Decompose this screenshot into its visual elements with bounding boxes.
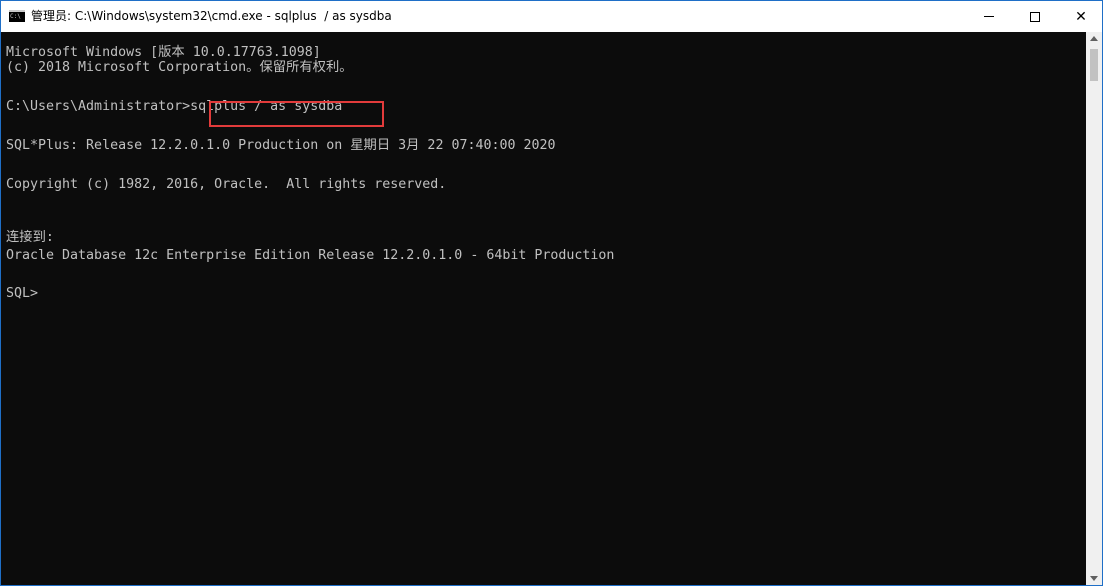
command-highlight-box (209, 101, 384, 127)
console-line-copyright-microsoft: (c) 2018 Microsoft Corporation。保留所有权利。 (6, 60, 353, 75)
console-line-windows-version: Microsoft Windows [版本 10.0.17763.1098] (6, 45, 321, 60)
close-button[interactable]: ✕ (1058, 1, 1102, 32)
console-output[interactable]: Microsoft Windows [版本 10.0.17763.1098] (… (1, 32, 1086, 585)
scroll-up-arrow-icon[interactable] (1090, 36, 1098, 41)
cmd-icon-glyph: C:\ (10, 13, 21, 20)
minimize-button[interactable] (966, 1, 1012, 32)
title-bar[interactable]: C:\ 管理员: C:\Windows\system32\cmd.exe - s… (1, 1, 1102, 32)
cmd-console-icon[interactable]: C:\ (9, 10, 25, 22)
scroll-down-arrow-icon[interactable] (1090, 576, 1098, 581)
sql-prompt[interactable]: SQL> (6, 286, 38, 301)
minimize-icon (984, 16, 994, 17)
console-line-database-version: Oracle Database 12c Enterprise Edition R… (6, 248, 615, 263)
cmd-window: C:\ 管理员: C:\Windows\system32\cmd.exe - s… (0, 0, 1103, 586)
console-line-connected-to: 连接到: (6, 230, 54, 245)
maximize-icon (1030, 11, 1040, 22)
vertical-scrollbar[interactable] (1086, 32, 1102, 585)
window-title: 管理员: C:\Windows\system32\cmd.exe - sqlpl… (31, 9, 392, 23)
console-line-copyright-oracle: Copyright (c) 1982, 2016, Oracle. All ri… (6, 177, 447, 192)
scroll-thumb[interactable] (1090, 49, 1098, 81)
console-line-sqlplus-release: SQL*Plus: Release 12.2.0.1.0 Production … (6, 138, 556, 153)
close-icon: ✕ (1075, 8, 1087, 25)
maximize-button[interactable] (1012, 1, 1058, 32)
